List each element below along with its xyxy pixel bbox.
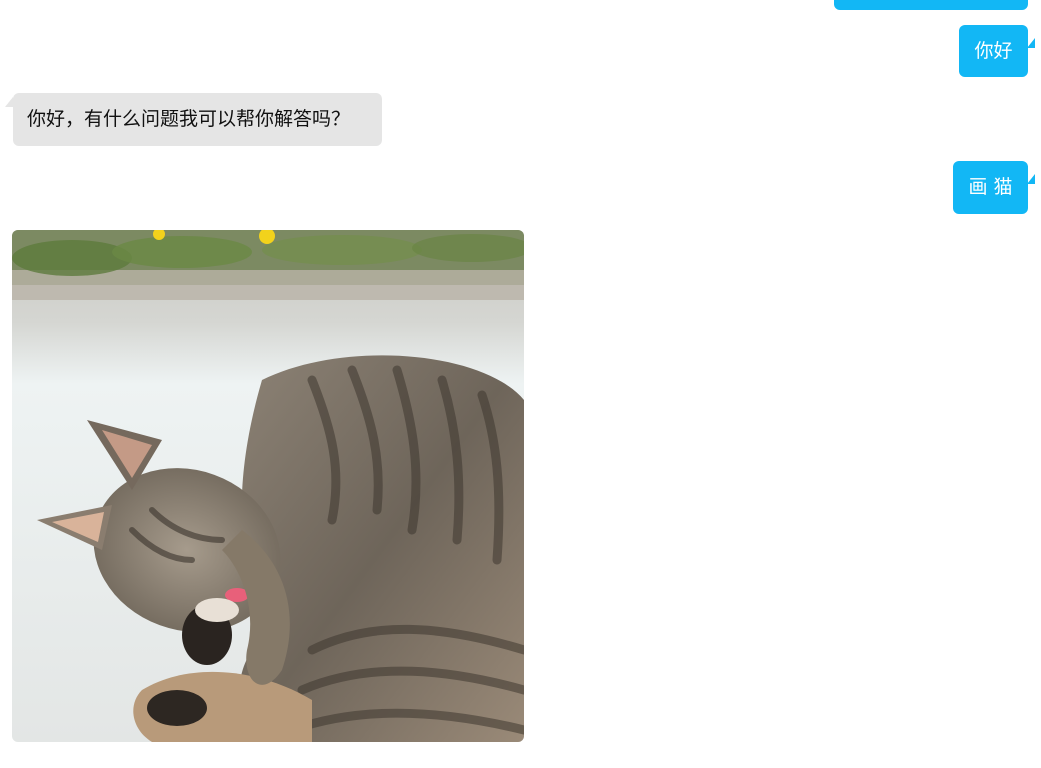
user-message-bubble-partial	[834, 0, 1028, 10]
bubble-tail	[1027, 38, 1035, 48]
bubble-tail	[1027, 174, 1035, 184]
message-text: 你好	[974, 40, 1013, 62]
user-message-bubble: 你好	[959, 25, 1028, 77]
message-text: 画 猫	[968, 176, 1013, 198]
generated-cat-image[interactable]	[12, 230, 524, 742]
user-message-bubble: 画 猫	[953, 161, 1028, 214]
cat-photo-icon	[12, 230, 524, 742]
bubble-tail	[5, 97, 13, 107]
assistant-message-bubble: 你好，有什么问题我可以帮你解答吗？	[13, 93, 382, 146]
message-text: 你好，有什么问题我可以帮你解答吗？	[27, 108, 351, 130]
chat-history: 你好 你好，有什么问题我可以帮你解答吗？ 画 猫	[0, 0, 1041, 768]
